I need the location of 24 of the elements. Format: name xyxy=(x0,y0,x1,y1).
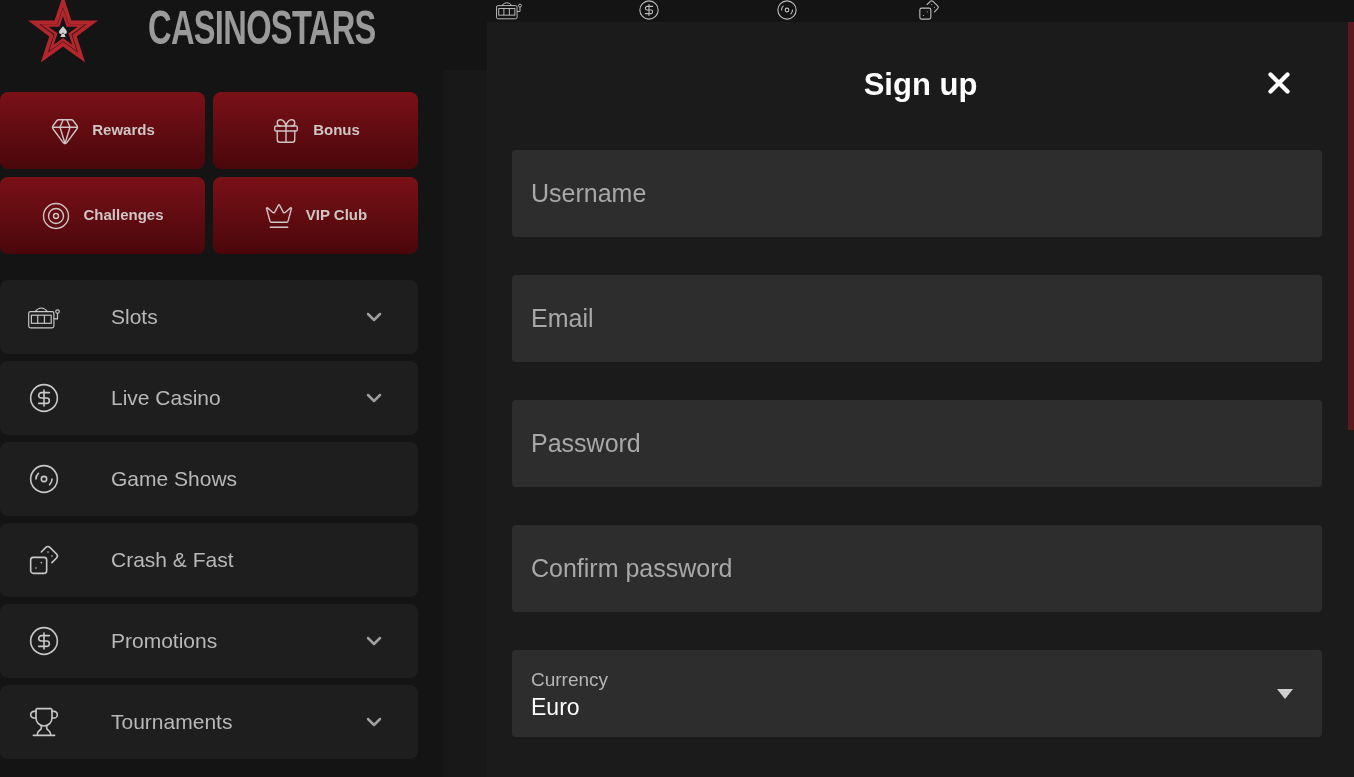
menu-item[interactable]: Live Casino xyxy=(0,361,418,435)
currency-select[interactable]: Currency Euro xyxy=(512,650,1322,737)
quick-link-button[interactable]: Rewards xyxy=(0,92,205,169)
input-field[interactable]: Password xyxy=(512,400,1322,487)
quick-link-button[interactable]: Bonus xyxy=(213,92,418,169)
brand-logo-text: CASINOSTARS xyxy=(148,4,376,52)
target-icon xyxy=(41,200,72,231)
menu-item[interactable]: Tournaments xyxy=(0,685,418,759)
select-value: Euro xyxy=(531,692,581,721)
dropdown-caret-icon xyxy=(1277,688,1293,699)
chip-icon[interactable] xyxy=(638,0,660,21)
quick-link-button[interactable]: Challenges xyxy=(0,177,205,254)
scrollbar-thumb[interactable] xyxy=(1348,22,1354,430)
menu-item[interactable]: Slots xyxy=(0,280,418,354)
menu-item[interactable]: Crash & Fast xyxy=(0,523,418,597)
star-logo-icon xyxy=(28,0,98,62)
select-label: Currency xyxy=(531,667,609,692)
menu-item[interactable]: Game Shows xyxy=(0,442,418,516)
input-field[interactable]: Username xyxy=(512,150,1322,237)
menu-item[interactable]: Promotions xyxy=(0,604,418,678)
dialog-title: Sign up xyxy=(863,65,978,104)
input-field[interactable]: Confirm password xyxy=(512,525,1322,612)
quick-link-button[interactable]: VIP Club xyxy=(213,177,418,254)
input-field[interactable]: Email xyxy=(512,275,1322,362)
